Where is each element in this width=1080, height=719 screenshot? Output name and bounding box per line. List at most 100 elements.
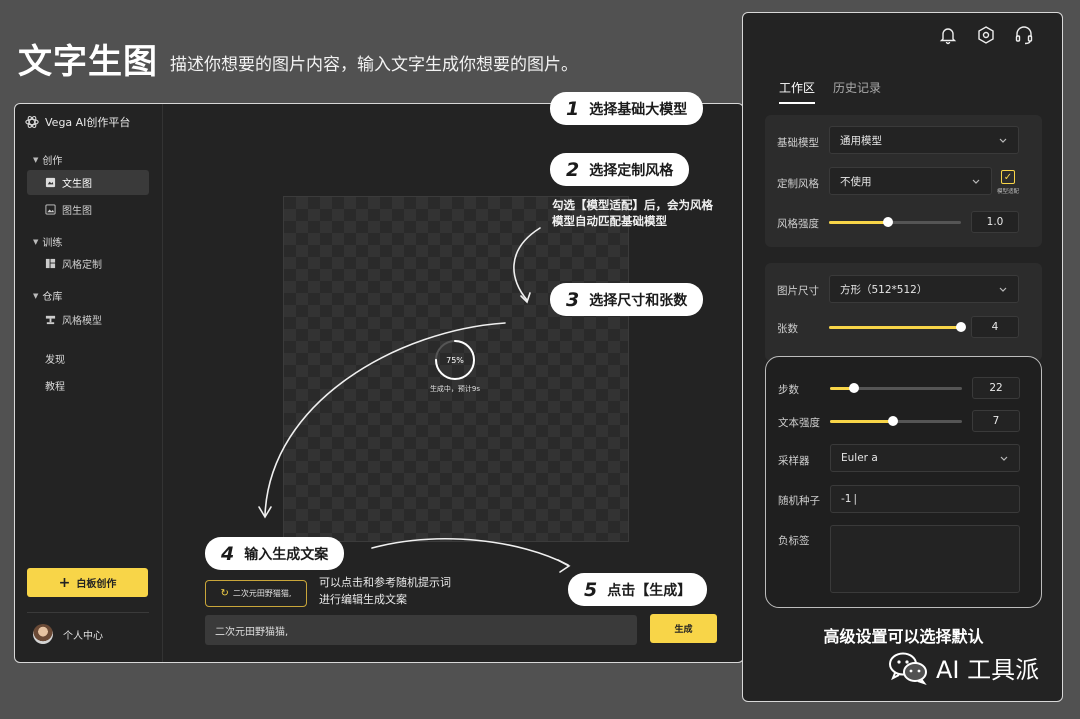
callout-4: 4 输入生成文案 bbox=[205, 537, 345, 570]
watermark: AI 工具派 bbox=[888, 650, 1039, 685]
nav-group-label: 创作 bbox=[42, 156, 63, 167]
plus-icon: + bbox=[58, 574, 71, 591]
nav-group-repo[interactable]: ▼ 仓库 bbox=[33, 288, 63, 304]
callout-number: 2 bbox=[566, 158, 580, 181]
slider-fill bbox=[829, 221, 889, 224]
slider-thumb[interactable] bbox=[888, 416, 899, 426]
count-label: 张数 bbox=[777, 323, 798, 335]
generate-button[interactable]: 生成 bbox=[650, 614, 717, 643]
model-adapt-checkbox[interactable]: ✓ bbox=[1001, 170, 1015, 184]
brand[interactable]: Vega AI创作平台 bbox=[25, 114, 130, 130]
sampler-label: 采样器 bbox=[778, 455, 810, 467]
avatar bbox=[33, 624, 53, 644]
hero-title: 文字生图 bbox=[18, 42, 158, 82]
count-value[interactable]: 4 bbox=[971, 316, 1019, 338]
steps-slider[interactable] bbox=[830, 383, 962, 393]
advanced-card: 步数 22 文本强度 7 采样器 Euler a 随机种子 -1 | 负标签 bbox=[765, 356, 1042, 608]
logo-icon bbox=[25, 116, 39, 128]
nav-group-create[interactable]: ▼ 创作 bbox=[33, 152, 63, 168]
settings-panel: 工作区 历史记录 基础模型 通用模型 定制风格 不使用 ✓ 模型适配 风格强度 … bbox=[742, 12, 1063, 702]
callout-number: 3 bbox=[566, 288, 580, 311]
user-center[interactable]: 个人中心 bbox=[33, 624, 103, 644]
slider-fill bbox=[830, 420, 894, 423]
base-model-select[interactable]: 通用模型 bbox=[829, 126, 1019, 154]
callout-text: 选择基础大模型 bbox=[589, 101, 688, 118]
seed-input[interactable]: -1 | bbox=[830, 485, 1020, 513]
prompt-input[interactable]: 二次元田野猫猫, bbox=[205, 615, 637, 645]
sidebar-item-style-model[interactable]: 风格模型 bbox=[27, 307, 149, 332]
generation-status: 生成中，预计9s bbox=[429, 385, 481, 393]
slider-fill bbox=[829, 326, 961, 329]
sidebar: Vega AI创作平台 ▼ 创作 文生图 图生图 ▼ 训练 风格定制 ▼ 仓库 风格模… bbox=[15, 104, 163, 662]
callout-2-note: 勾选【模型适配】后，会为风格 模型自动匹配基础模型 bbox=[552, 198, 713, 228]
sidebar-item-label: 文生图 bbox=[62, 179, 92, 190]
settings-hex-icon[interactable] bbox=[976, 25, 996, 45]
chip-hint: 可以点击和参考随机提示词 进行编辑生成文案 bbox=[319, 576, 451, 606]
headset-icon[interactable] bbox=[1014, 25, 1034, 45]
slider-thumb[interactable] bbox=[848, 383, 859, 393]
image-size-select[interactable]: 方形（512*512） bbox=[829, 275, 1019, 303]
style-strength-slider[interactable] bbox=[829, 217, 961, 227]
tab-workspace[interactable]: 工作区 bbox=[779, 79, 816, 104]
image-size-label: 图片尺寸 bbox=[777, 285, 819, 297]
sidebar-item-text-to-image[interactable]: 文生图 bbox=[27, 170, 149, 195]
callout-3: 3 选择尺寸和张数 bbox=[550, 283, 704, 316]
sidebar-item-label: 图生图 bbox=[62, 206, 92, 217]
callout-text: 选择定制风格 bbox=[589, 162, 674, 179]
sidebar-item-label: 风格模型 bbox=[62, 316, 102, 327]
wechat-icon bbox=[889, 652, 927, 685]
slider-thumb[interactable] bbox=[956, 322, 966, 332]
text-strength-value[interactable]: 7 bbox=[972, 410, 1020, 432]
chip-label: 二次元田野猫猫, bbox=[232, 589, 292, 598]
slider-thumb[interactable] bbox=[883, 217, 894, 227]
sidebar-item-style-custom[interactable]: 风格定制 bbox=[27, 251, 149, 276]
count-slider[interactable] bbox=[829, 322, 966, 332]
negative-textarea[interactable] bbox=[830, 525, 1020, 593]
brand-name: Vega AI创作平台 bbox=[45, 116, 131, 129]
caret-down-icon: ▼ bbox=[33, 237, 39, 246]
panel-toolbar bbox=[938, 25, 1034, 45]
nav-group-label: 仓库 bbox=[42, 292, 63, 303]
callout-5: 5 点击【生成】 bbox=[568, 573, 708, 606]
chevron-down-icon bbox=[999, 287, 1007, 292]
chevron-down-icon bbox=[999, 138, 1007, 143]
steps-value[interactable]: 22 bbox=[972, 377, 1020, 399]
seed-value: -1 bbox=[841, 493, 852, 505]
nav-group-train[interactable]: ▼ 训练 bbox=[33, 234, 62, 250]
sidebar-item-discover[interactable]: 发现 bbox=[45, 351, 65, 366]
panel-tabs: 工作区 历史记录 bbox=[779, 79, 881, 104]
callout-number: 4 bbox=[221, 542, 235, 565]
text-strength-label: 文本强度 bbox=[778, 417, 820, 429]
sampler-value: Euler a bbox=[841, 452, 878, 464]
divider bbox=[27, 612, 149, 613]
random-prompt-chip[interactable]: ↻ 二次元田野猫猫, bbox=[205, 580, 307, 607]
chevron-down-icon bbox=[972, 179, 980, 184]
seed-label: 随机种子 bbox=[778, 495, 820, 507]
image-size-value: 方形（512*512） bbox=[840, 283, 928, 296]
watermark-text: AI 工具派 bbox=[936, 656, 1040, 684]
refresh-icon: ↻ bbox=[220, 588, 229, 599]
callout-text: 选择尺寸和张数 bbox=[589, 292, 688, 309]
bell-icon[interactable] bbox=[938, 25, 958, 45]
chevron-down-icon bbox=[1000, 456, 1008, 461]
base-model-value: 通用模型 bbox=[840, 134, 882, 147]
sampler-select[interactable]: Euler a bbox=[830, 444, 1020, 472]
text-strength-slider[interactable] bbox=[830, 416, 962, 426]
model-adapt-label: 模型适配 bbox=[997, 189, 1020, 195]
whiteboard-button[interactable]: + 白板创作 bbox=[27, 568, 148, 597]
hero-subtitle: 描述你想要的图片内容，输入文字生成你想要的图片。 bbox=[170, 55, 578, 75]
callout-number: 5 bbox=[584, 578, 598, 601]
progress-percent: 75% bbox=[446, 355, 464, 365]
custom-style-label: 定制风格 bbox=[777, 178, 819, 190]
caret-down-icon: ▼ bbox=[33, 155, 39, 164]
tab-history[interactable]: 历史记录 bbox=[833, 79, 881, 104]
check-icon: ✓ bbox=[1003, 171, 1013, 183]
image-text-icon bbox=[45, 177, 56, 188]
stamp-icon bbox=[45, 315, 56, 325]
sidebar-item-tutorial[interactable]: 教程 bbox=[45, 378, 65, 393]
custom-style-select[interactable]: 不使用 bbox=[829, 167, 992, 195]
sidebar-item-image-to-image[interactable]: 图生图 bbox=[27, 197, 149, 222]
image-icon bbox=[45, 204, 56, 215]
style-strength-value[interactable]: 1.0 bbox=[971, 211, 1019, 233]
advanced-note: 高级设置可以选择默认 bbox=[823, 627, 984, 646]
